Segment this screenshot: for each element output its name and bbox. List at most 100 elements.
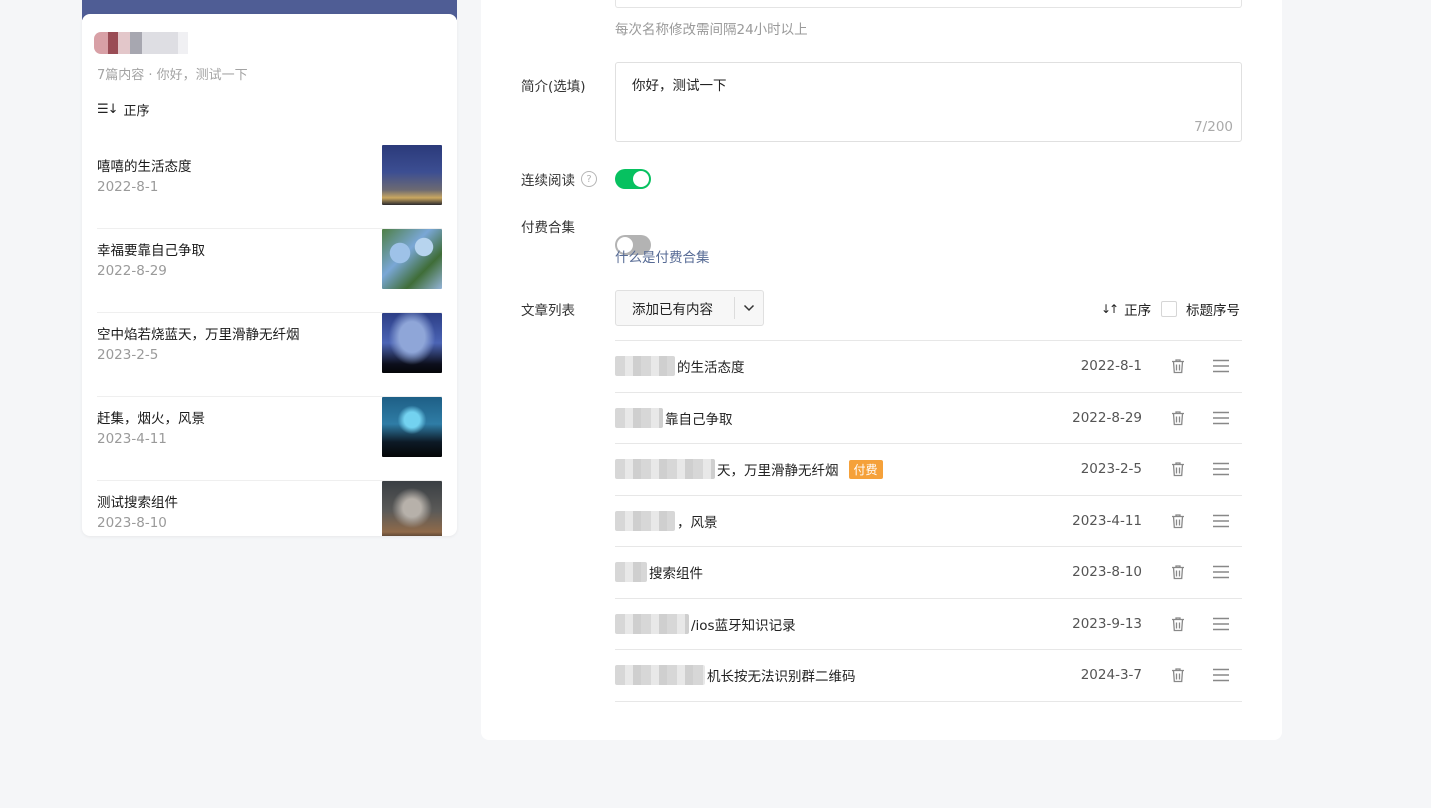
article-list-label: 文章列表 [521,303,575,319]
drag-handle-icon[interactable] [1212,565,1230,579]
paid-badge: 付费 [848,459,883,479]
blurred-text [615,356,675,377]
row-date: 2023-8-10 [1072,564,1142,581]
row-date: 2022-8-1 [1080,358,1142,375]
name-hint: 每次名称修改需间隔24小时以上 [615,22,808,38]
preview-article-list: 嘻嘻的生活态度 2022-8-1 幸福要靠自己争取 2022-8-29 空中焰若… [97,145,442,536]
row-date: 2023-2-5 [1080,461,1142,478]
list-sort-toggle[interactable]: ↓↑ 正序 [1101,299,1151,319]
drag-handle-icon[interactable] [1212,359,1230,373]
article-table: 的生活态度 2022-8-1 靠自己争取 2022-8-29 天，万里滑静无纤烟… [615,340,1242,702]
table-row: 天，万里滑静无纤烟 付费 2023-2-5 [615,444,1242,496]
blurred-text [615,613,689,634]
author-avatar-blurred [94,32,190,54]
blurred-text [615,407,663,428]
preview-article-title: 赶集，烟火，风景 [97,411,205,427]
preview-article-date: 2022-8-1 [97,179,159,195]
row-title: /ios蓝牙知识记录 [615,613,796,634]
table-row: 靠自己争取 2022-8-29 [615,393,1242,444]
preview-article-item[interactable]: 幸福要靠自己争取 2022-8-29 [97,229,442,313]
preview-article-date: 2023-8-10 [97,515,167,531]
sort-icon: ☰↓ [97,102,119,117]
drag-handle-icon[interactable] [1212,411,1230,425]
title-serial-option[interactable]: 标题序号 [1161,299,1240,319]
row-title: 的生活态度 [615,356,745,377]
continuous-reading-toggle[interactable] [615,169,651,189]
blurred-text [615,510,675,531]
drag-handle-icon[interactable] [1212,617,1230,631]
desc-char-count: 7/200 [1194,119,1233,135]
sort-icon: ↓↑ [1101,302,1119,316]
add-existing-content-button[interactable]: 添加已有内容 [615,290,764,326]
row-title-text: 靠自己争取 [665,411,733,428]
drag-handle-icon[interactable] [1212,462,1230,476]
row-title: 机长按无法识别群二维码 [615,665,856,686]
preview-article-item[interactable]: 空中焰若烧蓝天，万里滑静无纤烟 2023-2-5 [97,313,442,397]
trash-icon[interactable] [1169,666,1187,684]
chevron-down-icon[interactable] [735,301,763,315]
table-row: /ios蓝牙知识记录 2023-9-13 [615,599,1242,650]
table-row: 机长按无法识别群二维码 2024-3-7 [615,650,1242,702]
article-thumbnail [382,313,442,373]
preview-sort-label: 正序 [123,104,150,119]
desc-textarea[interactable]: 你好，测试一下 7/200 [615,62,1242,142]
table-row: 的生活态度 2022-8-1 [615,341,1242,393]
title-serial-label: 标题序号 [1186,303,1240,319]
row-title-text: /ios蓝牙知识记录 [691,617,796,634]
preview-article-title: 嘻嘻的生活态度 [97,159,192,175]
preview-article-item[interactable]: 嘻嘻的生活态度 2022-8-1 [97,145,442,229]
continuous-reading-text: 连续阅读 [521,173,575,189]
desc-label: 简介(选填) [521,79,586,95]
row-date: 2022-8-29 [1072,409,1142,426]
trash-icon[interactable] [1169,615,1187,633]
preview-article-item[interactable]: 测试搜索组件 2023-8-10 [97,481,442,536]
article-thumbnail [382,145,442,205]
article-thumbnail [382,397,442,457]
paid-collection-help-link[interactable]: 什么是付费合集 [615,246,710,266]
name-input[interactable] [615,0,1242,8]
row-title: 靠自己争取 [615,407,733,428]
trash-icon[interactable] [1169,357,1187,375]
row-title: 天，万里滑静无纤烟 付费 [615,459,883,480]
article-thumbnail [382,481,442,536]
row-date: 2023-9-13 [1072,615,1142,632]
trash-icon[interactable] [1169,563,1187,581]
row-title-text: 机长按无法识别群二维码 [707,669,856,686]
collection-preview: 7篇内容 · 你好，测试一下 ☰↓ 正序 嘻嘻的生活态度 2022-8-1 幸福… [82,14,457,536]
add-existing-content-label: 添加已有内容 [632,302,713,318]
preview-article-date: 2023-2-5 [97,347,159,363]
desc-value: 你好，测试一下 [632,78,727,94]
continuous-reading-label: 连续阅读 ? [521,169,597,189]
paid-collection-label: 付费合集 [521,220,575,236]
toggle-knob [633,171,649,187]
row-title: ，风景 [615,510,718,531]
preview-article-title: 测试搜索组件 [97,495,178,511]
row-date: 2023-4-11 [1072,512,1142,529]
row-date: 2024-3-7 [1080,667,1142,684]
trash-icon[interactable] [1169,409,1187,427]
preview-article-item[interactable]: 赶集，烟火，风景 2023-4-11 [97,397,442,481]
preview-article-title: 空中焰若烧蓝天，万里滑静无纤烟 [97,327,300,343]
trash-icon[interactable] [1169,512,1187,530]
title-serial-checkbox[interactable] [1161,301,1177,317]
article-thumbnail [382,229,442,289]
preview-meta: 7篇内容 · 你好，测试一下 [97,68,248,83]
row-title: 搜索组件 [615,562,703,583]
blurred-text [615,562,647,583]
blurred-text [615,459,715,480]
row-title-text: 天，万里滑静无纤烟 [717,463,839,480]
collection-settings-panel: 每次名称修改需间隔24小时以上 简介(选填) 你好，测试一下 7/200 连续阅… [481,0,1282,740]
drag-handle-icon[interactable] [1212,668,1230,682]
row-title-text: 搜索组件 [649,566,703,583]
drag-handle-icon[interactable] [1212,514,1230,528]
row-title-text: ，风景 [677,514,718,531]
preview-article-title: 幸福要靠自己争取 [97,243,205,259]
help-icon[interactable]: ? [581,171,597,187]
preview-article-date: 2023-4-11 [97,431,167,447]
preview-sort-toggle[interactable]: ☰↓ 正序 [97,100,150,119]
trash-icon[interactable] [1169,460,1187,478]
list-sort-label: 正序 [1124,303,1152,319]
table-row: 搜索组件 2023-8-10 [615,547,1242,599]
row-title-text: 的生活态度 [677,360,745,377]
table-row: ，风景 2023-4-11 [615,496,1242,547]
